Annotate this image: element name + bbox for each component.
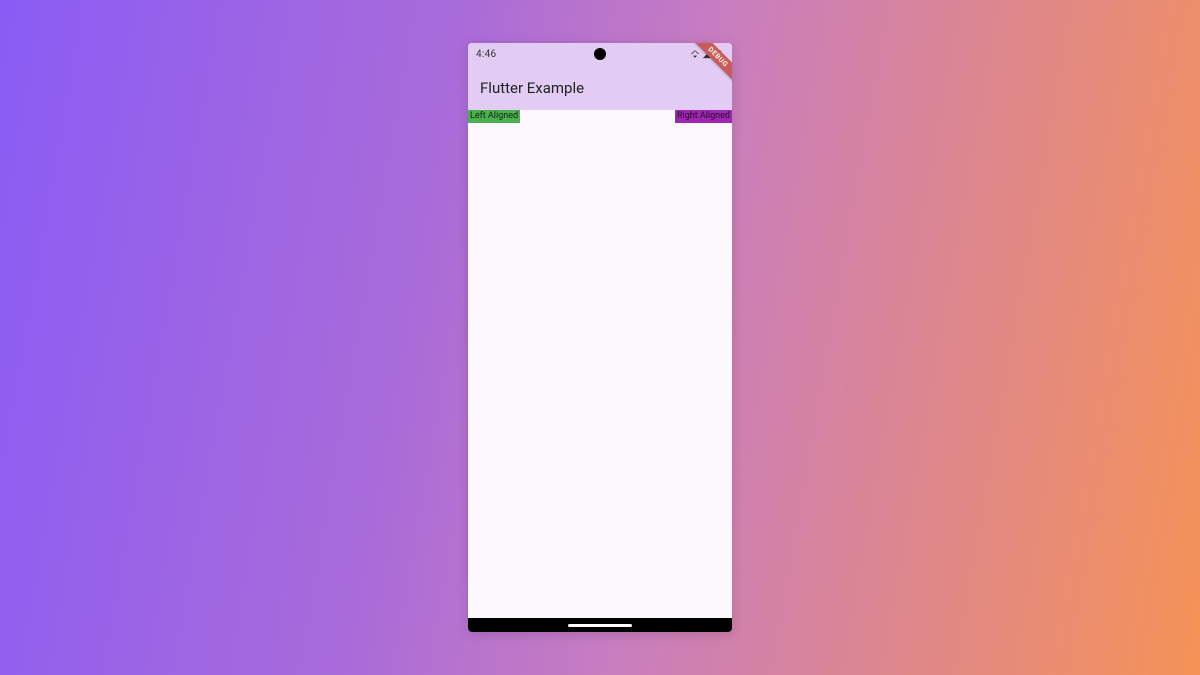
alignment-row: Left Aligned Right Aligned: [468, 110, 732, 123]
phone-frame: 4:46 DEBUG Flutter Example Left Aligned …: [468, 43, 732, 632]
status-time: 4:46: [476, 49, 496, 60]
content-area: Left Aligned Right Aligned: [468, 110, 732, 618]
app-bar: Flutter Example: [468, 65, 732, 110]
left-aligned-chip: Left Aligned: [468, 110, 520, 123]
navigation-bar[interactable]: [468, 618, 732, 632]
camera-cutout: [594, 48, 606, 60]
right-aligned-chip: Right Aligned: [675, 110, 732, 123]
nav-handle[interactable]: [568, 624, 632, 627]
wifi-icon: [690, 49, 700, 59]
status-bar: 4:46: [468, 43, 732, 65]
app-bar-title: Flutter Example: [480, 79, 584, 97]
